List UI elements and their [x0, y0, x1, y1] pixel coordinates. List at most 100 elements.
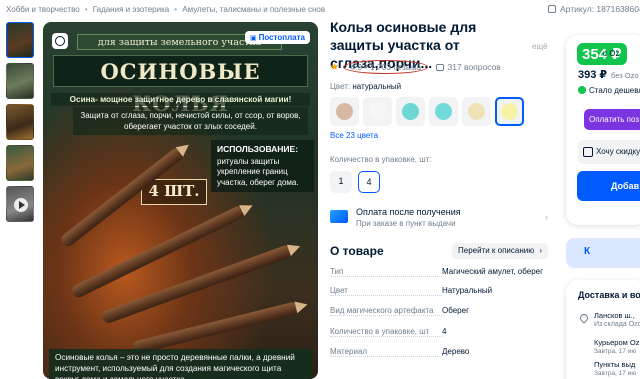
color-swatches	[330, 97, 524, 126]
questions-count: 317 вопросов	[447, 62, 501, 72]
postpay-badge: Постоплата	[245, 31, 310, 44]
regular-price-note: без Ozo	[611, 71, 639, 80]
thumbnail-3[interactable]	[6, 104, 34, 140]
breadcrumb-item-amulets[interactable]: Амулеты, талисманы и полезные снов	[182, 5, 325, 14]
breadcrumb-item-esoterics[interactable]: Гадания и эзотерика	[93, 5, 170, 14]
spec-row: Цвет Натуральный	[330, 286, 548, 297]
thumbnail-1[interactable]	[6, 22, 34, 58]
spec-row: Количество в упаковке, шт 4	[330, 327, 548, 338]
thumbnail-2[interactable]	[6, 63, 34, 99]
color-label-text: Цвет:	[330, 82, 351, 91]
chat-icon	[436, 64, 445, 71]
color-value: натуральный	[352, 82, 402, 91]
spec-value: Натуральный	[442, 285, 493, 295]
postpay-subtitle: При заказе в пункт выдачи	[356, 219, 456, 228]
spec-key: Материал	[330, 347, 442, 357]
spec-key: Вид магического артефакта	[330, 306, 442, 316]
product-main-image[interactable]: для защиты земельного участка Постоплата…	[43, 22, 318, 379]
all-colors-link[interactable]: Все 23 цвета	[330, 131, 378, 140]
check-icon	[578, 86, 586, 94]
courier-date: Завтра, 17 ию	[594, 348, 637, 355]
want-discount-button[interactable]: Хочу скидку	[578, 140, 640, 164]
pack-quantity-option[interactable]: 1	[330, 171, 352, 193]
delivery-courier[interactable]: Курьером Oz Завтра, 17 ию	[594, 338, 639, 356]
delivery-address-sub: Из склада Ozo	[594, 321, 640, 328]
spec-value: Дерево	[442, 347, 470, 356]
spec-row: Материал Дерево	[330, 347, 548, 358]
color-swatch[interactable]	[363, 97, 392, 126]
search-by-photo-icon[interactable]	[52, 33, 68, 49]
spec-value: Магический амулет, оберег	[442, 267, 544, 276]
image-title: ОСИНОВЫЕ КОЛЬЯ	[53, 55, 308, 116]
regular-price: 393 ₽	[578, 69, 608, 81]
article-text: Артикул: 1871638604	[560, 4, 640, 14]
swatch-color	[501, 103, 518, 120]
postpay-info[interactable]: Оплата после получения При заказе в пунк…	[330, 207, 548, 231]
questions-link[interactable]: 317 вопросов	[436, 62, 501, 72]
breadcrumb-separator: •	[84, 5, 88, 14]
go-to-description-button[interactable]: Перейти к описанию	[452, 243, 548, 259]
chevron-right-icon: ›	[545, 212, 548, 222]
title-more-link[interactable]: ещё	[532, 42, 547, 51]
image-description: Защита от сглаза, порчи, нечистой силы, …	[73, 107, 308, 135]
usage-text: ритуалы защиты укрепление границ участка…	[217, 156, 299, 187]
pickup-date: Завтра, 17 ию	[594, 370, 637, 377]
article-number[interactable]: Артикул: 1871638604	[548, 4, 640, 14]
spec-value: Оберег	[442, 306, 469, 315]
rating-value: 4.9	[350, 62, 363, 72]
price-drop-badge: Стало дешевле	[578, 86, 640, 95]
pay-in-parts-button[interactable]: Оплатить поз	[584, 109, 640, 130]
image-bottom-text: Осиновые колья – это не просто деревянны…	[49, 349, 312, 379]
play-icon	[14, 198, 28, 212]
color-swatch[interactable]	[396, 97, 425, 126]
spec-row: Вид магического артефакта Оберег	[330, 306, 548, 317]
color-label: Цвет: натуральный	[330, 82, 401, 91]
swatch-color	[369, 103, 386, 120]
swatch-color	[336, 103, 353, 120]
card-icon	[330, 210, 348, 223]
add-to-cart-button[interactable]: Добав	[577, 171, 640, 201]
spec-value: 4	[442, 326, 447, 336]
courier-text: Курьером Oz	[594, 338, 640, 347]
thumbnail-strip	[6, 22, 36, 227]
delivery-pickup[interactable]: Пункты выд Завтра, 17 ию	[594, 360, 636, 378]
swatch-color	[468, 103, 485, 120]
secondary-action-icon: К	[584, 246, 591, 257]
about-section-title: О товаре	[330, 244, 384, 258]
color-swatch-selected[interactable]	[495, 97, 524, 126]
delivery-address[interactable]: Лансков ш., Из склада Ozo	[594, 311, 640, 329]
spec-key: Тип	[330, 267, 442, 277]
spec-row: Тип Магический амулет, оберег	[330, 267, 548, 278]
secondary-action-bar[interactable]: К	[566, 238, 640, 268]
price-drop-text: Стало дешевле	[589, 86, 640, 95]
pickup-text: Пункты выд	[594, 360, 636, 369]
postpay-title: Оплата после получения	[356, 207, 461, 217]
postpay-badge-label: Постоплата	[258, 33, 305, 42]
breadcrumb-separator: •	[174, 5, 178, 14]
spec-key: Цвет	[330, 286, 442, 296]
color-swatch[interactable]	[330, 97, 359, 126]
color-swatch[interactable]	[462, 97, 491, 126]
thumbnail-video[interactable]	[6, 186, 34, 222]
swatch-color	[402, 103, 419, 120]
breadcrumb-item-hobby[interactable]: Хобби и творчество	[6, 5, 80, 14]
reviews-link[interactable]: 4.9 • 1 703 отзыва	[343, 60, 429, 74]
delivery-address-text: Лансков ш.,	[594, 311, 635, 320]
copy-icon	[548, 5, 556, 13]
stake-graphic	[131, 298, 309, 355]
breadcrumb: Хобби и творчество • Гадания и эзотерика •…	[6, 5, 327, 14]
image-usage-box: ИСПОЛЬЗОВАНИЕ: ритуалы защиты укрепление…	[211, 140, 314, 192]
swatch-color	[435, 103, 452, 120]
specs-list: Тип Магический амулет, оберег Цвет Натурал…	[330, 267, 548, 365]
color-swatch[interactable]	[429, 97, 458, 126]
pack-quantity-label: Количество в упаковке, шт:	[330, 155, 432, 164]
ozon-card-label: с Oz	[603, 49, 620, 58]
thumbnail-4[interactable]	[6, 145, 34, 181]
pack-quantity-option-selected[interactable]: 4	[358, 171, 380, 193]
spec-key: Количество в упаковке, шт	[330, 327, 442, 337]
reviews-count: 1 703 отзыва	[369, 62, 422, 72]
usage-title: ИСПОЛЬЗОВАНИЕ:	[217, 144, 299, 154]
delivery-title: Доставка и во	[578, 290, 640, 300]
star-icon: ★	[330, 62, 339, 73]
rating-row: ★ 4.9 • 1 703 отзыва 317 вопросов	[330, 60, 501, 74]
